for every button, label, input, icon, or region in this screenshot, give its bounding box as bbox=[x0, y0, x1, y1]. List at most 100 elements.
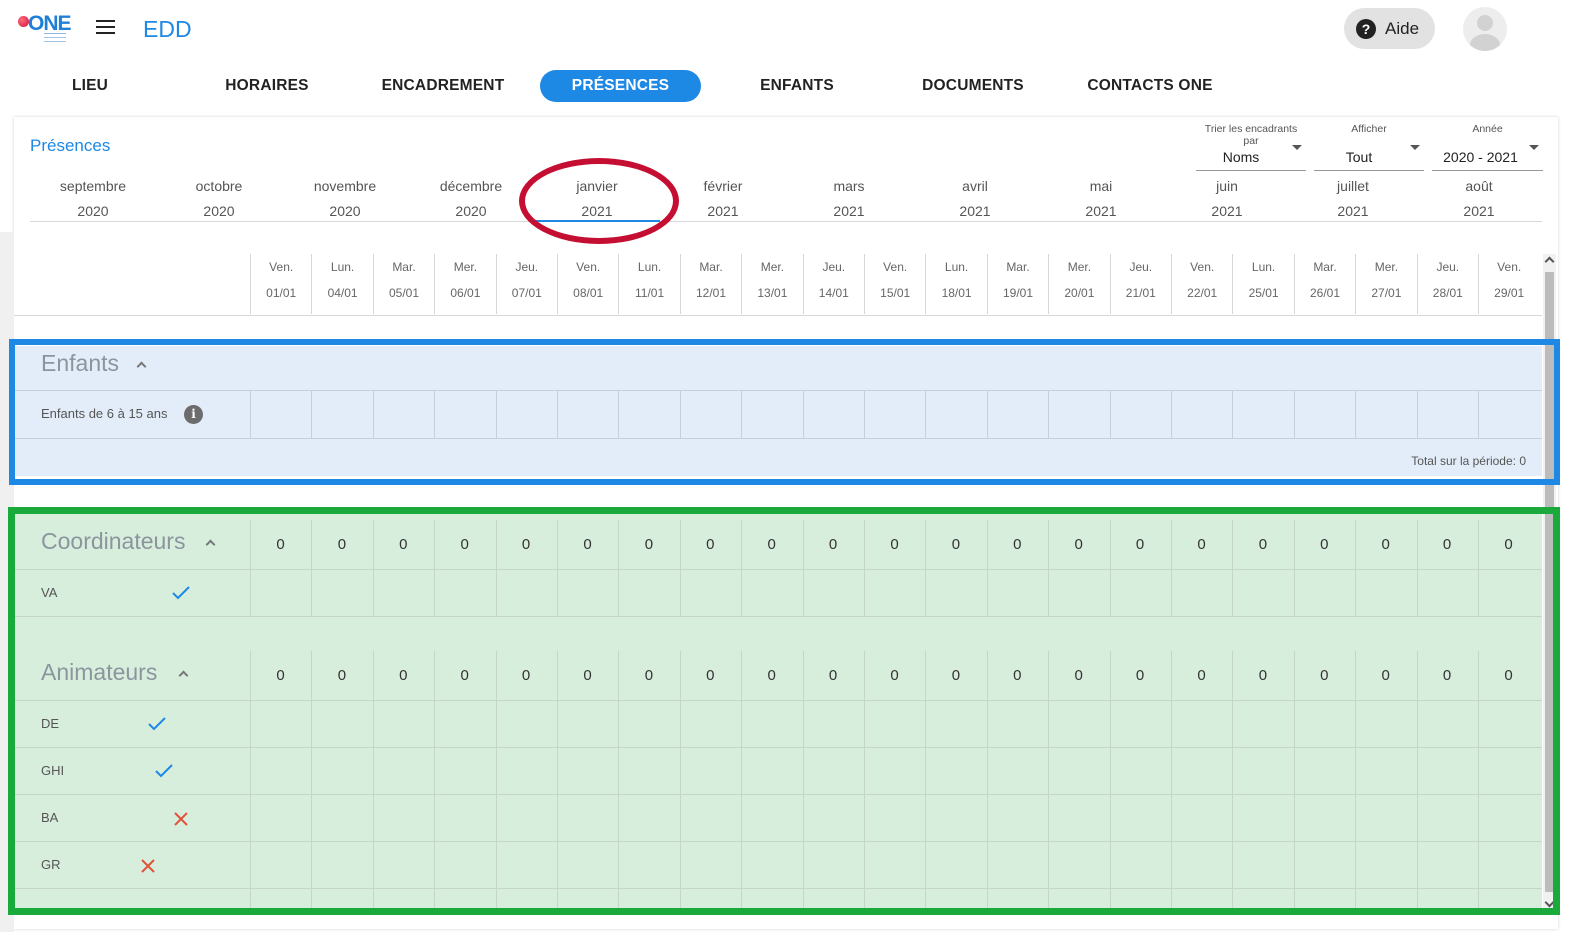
month-tab[interactable]: février 2021 bbox=[660, 172, 786, 222]
vertical-scrollbar[interactable] bbox=[1543, 254, 1556, 908]
one-logo[interactable]: ONE bbox=[16, 12, 72, 46]
month-tab[interactable]: mai 2021 bbox=[1038, 172, 1164, 222]
day-name: Mar. bbox=[392, 260, 416, 274]
animateurs-day-count: 0 bbox=[706, 667, 715, 684]
tab-documents[interactable]: DOCUMENTS bbox=[913, 70, 1033, 102]
period-total: Total sur la période: 0 bbox=[1411, 454, 1526, 468]
day-name: Jeu. bbox=[822, 260, 846, 274]
grid-line bbox=[1232, 390, 1234, 438]
info-icon[interactable]: i bbox=[184, 405, 203, 424]
month-name: décembre bbox=[439, 178, 503, 194]
dropdown-caret-icon bbox=[1410, 145, 1420, 150]
animateurs-day-count: 0 bbox=[583, 667, 592, 684]
animateurs-day-count: 0 bbox=[337, 667, 347, 684]
help-button[interactable]: ? Aide bbox=[1344, 8, 1435, 49]
tab-presences[interactable]: PRÉSENCES bbox=[540, 70, 701, 102]
month-name: mai bbox=[1089, 178, 1113, 194]
grid-line bbox=[250, 390, 251, 438]
month-name: juillet bbox=[1337, 178, 1369, 194]
tab-horaires[interactable]: HORAIRES bbox=[207, 70, 327, 102]
year-select[interactable]: Année 2020 - 2021 bbox=[1432, 123, 1543, 173]
day-column-header: Jeu. 14/01 bbox=[802, 254, 864, 314]
month-tab[interactable]: août 2021 bbox=[1416, 172, 1542, 222]
grid-line bbox=[618, 520, 620, 616]
question-icon: ? bbox=[1356, 18, 1376, 39]
grid-line bbox=[1416, 520, 1418, 616]
app-title: EDD bbox=[143, 16, 192, 42]
grid-line bbox=[1109, 651, 1111, 908]
collapse-chevron-icon[interactable] bbox=[178, 670, 189, 681]
day-name: Mer. bbox=[1067, 260, 1092, 274]
coordinateurs-day-count: 0 bbox=[890, 536, 899, 553]
month-tab[interactable]: novembre 2020 bbox=[282, 172, 408, 222]
day-column-header: Ven. 01/01 bbox=[250, 254, 311, 314]
scroll-up-icon[interactable] bbox=[1544, 256, 1555, 267]
grid-line bbox=[1416, 651, 1418, 908]
coordinateurs-section-title[interactable]: Coordinateurs bbox=[41, 528, 185, 555]
sort-select-label: Trier les encadrants par bbox=[1204, 123, 1298, 147]
animator-initials: GHI bbox=[41, 763, 65, 778]
grid-line bbox=[1109, 520, 1111, 616]
coordinateurs-day-count: 0 bbox=[337, 536, 347, 553]
tab-encadrement[interactable]: ENCADREMENT bbox=[376, 70, 510, 102]
day-date: 07/01 bbox=[511, 286, 542, 300]
grid-line bbox=[250, 520, 251, 616]
month-year: 2021 bbox=[959, 203, 991, 219]
enfants-section-title[interactable]: Enfants bbox=[41, 350, 119, 377]
day-date: 08/01 bbox=[573, 286, 604, 300]
day-column-header: Mer. 27/01 bbox=[1355, 254, 1416, 314]
coordinateurs-day-count: 0 bbox=[1013, 536, 1022, 553]
month-tab[interactable]: décembre 2020 bbox=[408, 172, 534, 222]
animator-initials: BA bbox=[41, 810, 59, 825]
month-tab[interactable]: octobre 2020 bbox=[156, 172, 282, 222]
grid-line bbox=[802, 651, 804, 908]
hamburger-menu-icon[interactable] bbox=[96, 20, 116, 38]
month-year: 2021 bbox=[707, 203, 739, 219]
month-tab[interactable]: septembre 2020 bbox=[30, 172, 156, 222]
animateurs-day-count: 0 bbox=[1504, 667, 1513, 684]
day-column-header: Lun. 25/01 bbox=[1232, 254, 1293, 314]
coordinateurs-day-count: 0 bbox=[1197, 536, 1206, 553]
coordinateurs-day-count: 0 bbox=[583, 536, 592, 553]
tab-enfants[interactable]: ENFANTS bbox=[750, 70, 844, 102]
month-tab[interactable]: juin 2021 bbox=[1164, 172, 1290, 222]
check-icon bbox=[155, 764, 173, 778]
animateurs-section-title[interactable]: Animateurs bbox=[41, 659, 157, 686]
collapse-chevron-icon[interactable] bbox=[136, 361, 147, 372]
coordinateurs-day-count: 0 bbox=[460, 536, 469, 553]
enfants-row-label: Enfants de 6 à 15 ans bbox=[41, 406, 168, 421]
main-tabs: LIEU HORAIRES ENCADREMENT PRÉSENCES ENFA… bbox=[0, 68, 1591, 104]
day-date: 19/01 bbox=[1002, 286, 1033, 300]
month-tab[interactable]: avril 2021 bbox=[912, 172, 1038, 222]
grid-line bbox=[679, 520, 681, 616]
scrollbar-thumb[interactable] bbox=[1545, 272, 1554, 892]
day-name: Jeu. bbox=[1436, 260, 1460, 274]
grid-line bbox=[1048, 520, 1050, 616]
scroll-down-icon[interactable] bbox=[1544, 897, 1555, 908]
day-date: 13/01 bbox=[757, 286, 788, 300]
grid-line bbox=[1478, 520, 1479, 616]
grid-line bbox=[1109, 390, 1111, 438]
user-avatar[interactable] bbox=[1463, 7, 1507, 51]
grid-line bbox=[618, 651, 620, 908]
collapse-chevron-icon[interactable] bbox=[205, 539, 216, 550]
grid-line bbox=[864, 390, 865, 438]
day-date: 05/01 bbox=[388, 286, 419, 300]
grid-line bbox=[1171, 520, 1172, 616]
animator-initials: DE bbox=[41, 716, 60, 731]
display-select[interactable]: Afficher Tout bbox=[1314, 123, 1424, 173]
month-tab[interactable]: juillet 2021 bbox=[1290, 172, 1416, 222]
tab-lieu[interactable]: LIEU bbox=[54, 70, 126, 102]
month-tab[interactable]: mars 2021 bbox=[786, 172, 912, 222]
day-name: Ven. bbox=[576, 260, 601, 274]
sort-select[interactable]: Trier les encadrants par Noms bbox=[1196, 123, 1306, 173]
coordinateurs-day-count: 0 bbox=[706, 536, 715, 553]
tab-contacts-one[interactable]: CONTACTS ONE bbox=[1082, 70, 1218, 102]
coordinator-initials: VA bbox=[41, 585, 58, 600]
coordinateurs-day-count: 0 bbox=[644, 536, 654, 553]
day-date: 25/01 bbox=[1248, 286, 1279, 300]
month-tab[interactable]: janvier 2021 bbox=[534, 172, 660, 222]
animateurs-day-count: 0 bbox=[1135, 667, 1145, 684]
grid-line bbox=[1355, 651, 1357, 908]
day-date: 14/01 bbox=[818, 286, 849, 300]
